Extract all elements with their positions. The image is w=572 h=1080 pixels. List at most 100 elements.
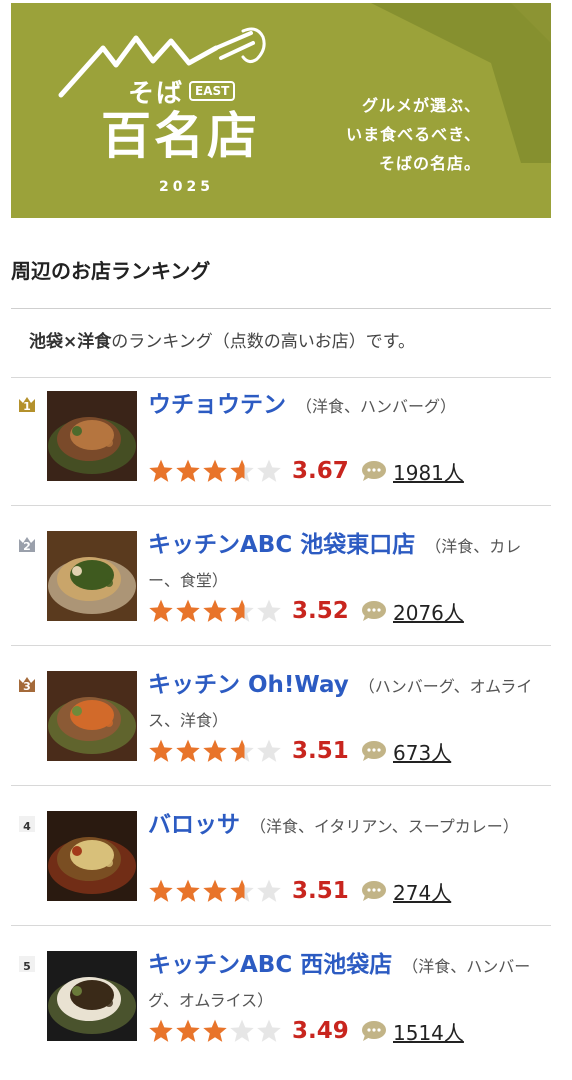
star-rating <box>148 878 283 904</box>
description-query: 池袋×洋食 <box>29 332 112 352</box>
rank-number: 1 <box>23 400 31 413</box>
review-count-link[interactable]: 2076人 <box>393 597 464 626</box>
divider <box>11 505 551 506</box>
restaurant-heading: バロッサ （洋食、イタリアン、スープカレー） <box>148 808 543 844</box>
hamburg-plate-photo <box>47 671 137 761</box>
divider <box>11 925 551 926</box>
comment-icon <box>362 461 386 481</box>
review-count-link[interactable]: 673人 <box>393 737 451 766</box>
section-title: 周辺のお店ランキング <box>11 259 211 283</box>
star-icon <box>257 879 281 902</box>
star-icon <box>149 599 173 622</box>
star-icon <box>203 739 227 762</box>
restaurant-heading: キッチン Oh!Way （ハンバーグ、オムライス、洋食） <box>148 668 543 738</box>
tagline-line: いま食べるべき、 <box>346 125 481 144</box>
hyakumeiten-banner[interactable]: そば EAST 百名店 2025 グルメが選ぶ、 いま食べるべき、 そばの名店。 <box>11 3 551 218</box>
restaurant-row[interactable]: 4 バロッサ （洋食、イタリアン、スープカレー） 3.51 274人 <box>11 800 551 940</box>
comment-icon <box>362 881 386 901</box>
rating-score: 3.51 <box>292 738 349 764</box>
restaurant-heading: キッチンABC 池袋東口店 （洋食、カレー、食堂） <box>148 528 543 598</box>
description-text: のランキング（点数の高いお店）です。 <box>111 332 416 352</box>
star-icon <box>257 1019 281 1042</box>
hamburg-steak-photo <box>47 391 137 481</box>
rice-plate-photo <box>47 531 137 621</box>
star-icon <box>257 739 281 762</box>
banner-year: 2025 <box>159 179 214 195</box>
star-icon <box>176 459 200 482</box>
banner-tagline: グルメが選ぶ、 いま食べるべき、 そばの名店。 <box>346 91 481 178</box>
black-curry-photo <box>47 951 137 1041</box>
restaurant-row[interactable]: 1 ウチョウテン （洋食、ハンバーグ） 3.67 1981人 <box>11 380 551 520</box>
tagline-line: グルメが選ぶ、 <box>361 96 481 115</box>
divider <box>11 785 551 786</box>
rank-number: 4 <box>23 820 31 833</box>
rating-score: 3.52 <box>292 598 349 624</box>
star-icon <box>257 459 281 482</box>
banner-title: 百名店 <box>101 107 260 165</box>
restaurant-name-link[interactable]: バロッサ <box>148 812 240 838</box>
star-icon <box>230 879 254 902</box>
review-count-link[interactable]: 1514人 <box>393 1017 464 1046</box>
restaurant-thumbnail[interactable] <box>47 671 137 761</box>
rank-number: 5 <box>23 960 31 973</box>
star-icon <box>230 739 254 762</box>
rating-line: 3.67 1981人 <box>148 454 464 488</box>
star-rating <box>148 598 283 624</box>
restaurant-name-link[interactable]: キッチンABC 池袋東口店 <box>148 532 415 558</box>
rating-line: 3.49 1514人 <box>148 1014 464 1048</box>
dining-room-photo <box>47 811 137 901</box>
restaurant-row[interactable]: 5 キッチンABC 西池袋店 （洋食、ハンバーグ、オムライス） 3.49 1514人 <box>11 940 551 1080</box>
restaurant-thumbnail[interactable] <box>47 391 137 481</box>
review-count-link[interactable]: 1981人 <box>393 457 464 486</box>
star-rating <box>148 738 283 764</box>
restaurant-name-link[interactable]: ウチョウテン <box>148 392 286 418</box>
restaurant-name-link[interactable]: キッチンABC 西池袋店 <box>148 952 392 978</box>
comment-icon <box>362 601 386 621</box>
star-icon <box>203 459 227 482</box>
restaurant-row[interactable]: 3 キッチン Oh!Way （ハンバーグ、オムライス、洋食） 3.51 673人 <box>11 660 551 800</box>
divider <box>11 645 551 646</box>
star-icon <box>149 879 173 902</box>
review-count-link[interactable]: 274人 <box>393 877 451 906</box>
rank-number: 2 <box>23 540 31 553</box>
restaurant-thumbnail[interactable] <box>47 811 137 901</box>
rating-score: 3.67 <box>292 458 349 484</box>
star-icon <box>257 599 281 622</box>
restaurant-genre: （洋食、ハンバーグ） <box>296 397 457 416</box>
tagline-line: そばの名店。 <box>378 154 481 173</box>
comment-icon <box>362 741 386 761</box>
star-rating <box>148 458 283 484</box>
star-icon <box>149 739 173 762</box>
restaurant-row[interactable]: 2 キッチンABC 池袋東口店 （洋食、カレー、食堂） 3.52 2076人 <box>11 520 551 660</box>
divider <box>11 377 551 378</box>
star-icon <box>176 1019 200 1042</box>
rating-line: 3.51 274人 <box>148 874 451 908</box>
banner-east-badge: EAST <box>189 81 236 101</box>
restaurant-thumbnail[interactable] <box>47 951 137 1041</box>
restaurant-name-link[interactable]: キッチン Oh!Way <box>148 672 349 698</box>
rating-score: 3.51 <box>292 878 349 904</box>
star-rating <box>148 1018 283 1044</box>
restaurant-genre: （洋食、イタリアン、スープカレー） <box>250 817 519 836</box>
rating-score: 3.49 <box>292 1018 349 1044</box>
star-icon <box>230 459 254 482</box>
star-icon <box>176 599 200 622</box>
rating-line: 3.52 2076人 <box>148 594 464 628</box>
rank-number: 3 <box>23 680 31 693</box>
ranking-description: 池袋×洋食のランキング（点数の高いお店）です。 <box>29 327 415 352</box>
star-icon <box>203 1019 227 1042</box>
star-icon <box>203 599 227 622</box>
star-icon <box>176 739 200 762</box>
rating-line: 3.51 673人 <box>148 734 451 768</box>
star-icon <box>149 459 173 482</box>
restaurant-thumbnail[interactable] <box>47 531 137 621</box>
banner-soba-text: そば <box>128 79 185 109</box>
comment-icon <box>362 1021 386 1041</box>
star-icon <box>230 599 254 622</box>
restaurant-heading: ウチョウテン （洋食、ハンバーグ） <box>148 388 543 424</box>
star-icon <box>230 1019 254 1042</box>
restaurant-heading: キッチンABC 西池袋店 （洋食、ハンバーグ、オムライス） <box>148 948 543 1018</box>
star-icon <box>176 879 200 902</box>
star-icon <box>149 1019 173 1042</box>
star-icon <box>203 879 227 902</box>
